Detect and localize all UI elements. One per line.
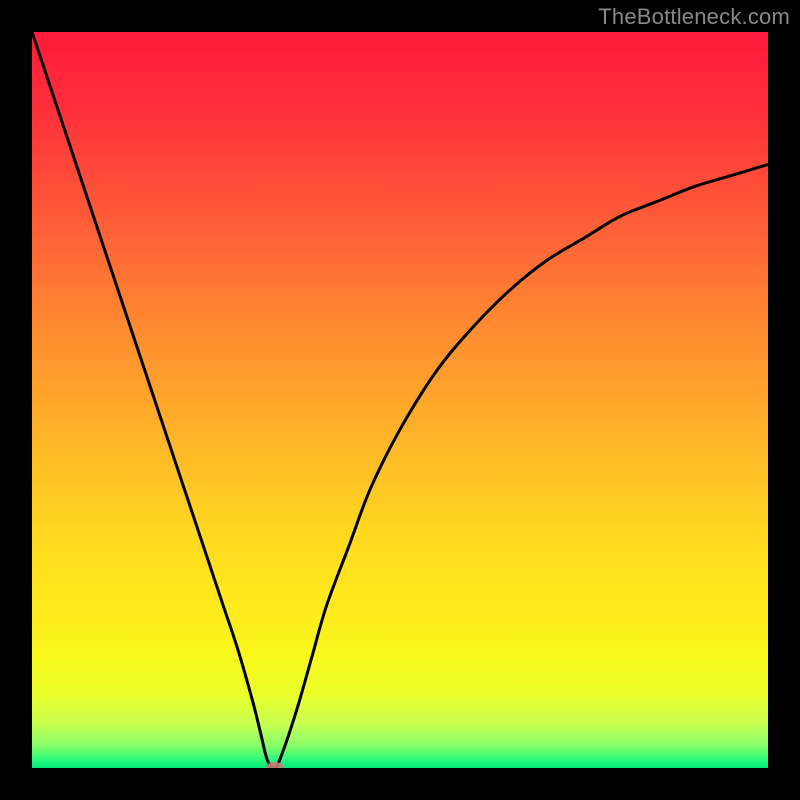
bottleneck-curve — [32, 32, 768, 768]
chart-frame: TheBottleneck.com — [0, 0, 800, 800]
plot-area — [32, 32, 768, 768]
optimal-point-marker — [266, 762, 284, 768]
watermark-text: TheBottleneck.com — [598, 4, 790, 30]
